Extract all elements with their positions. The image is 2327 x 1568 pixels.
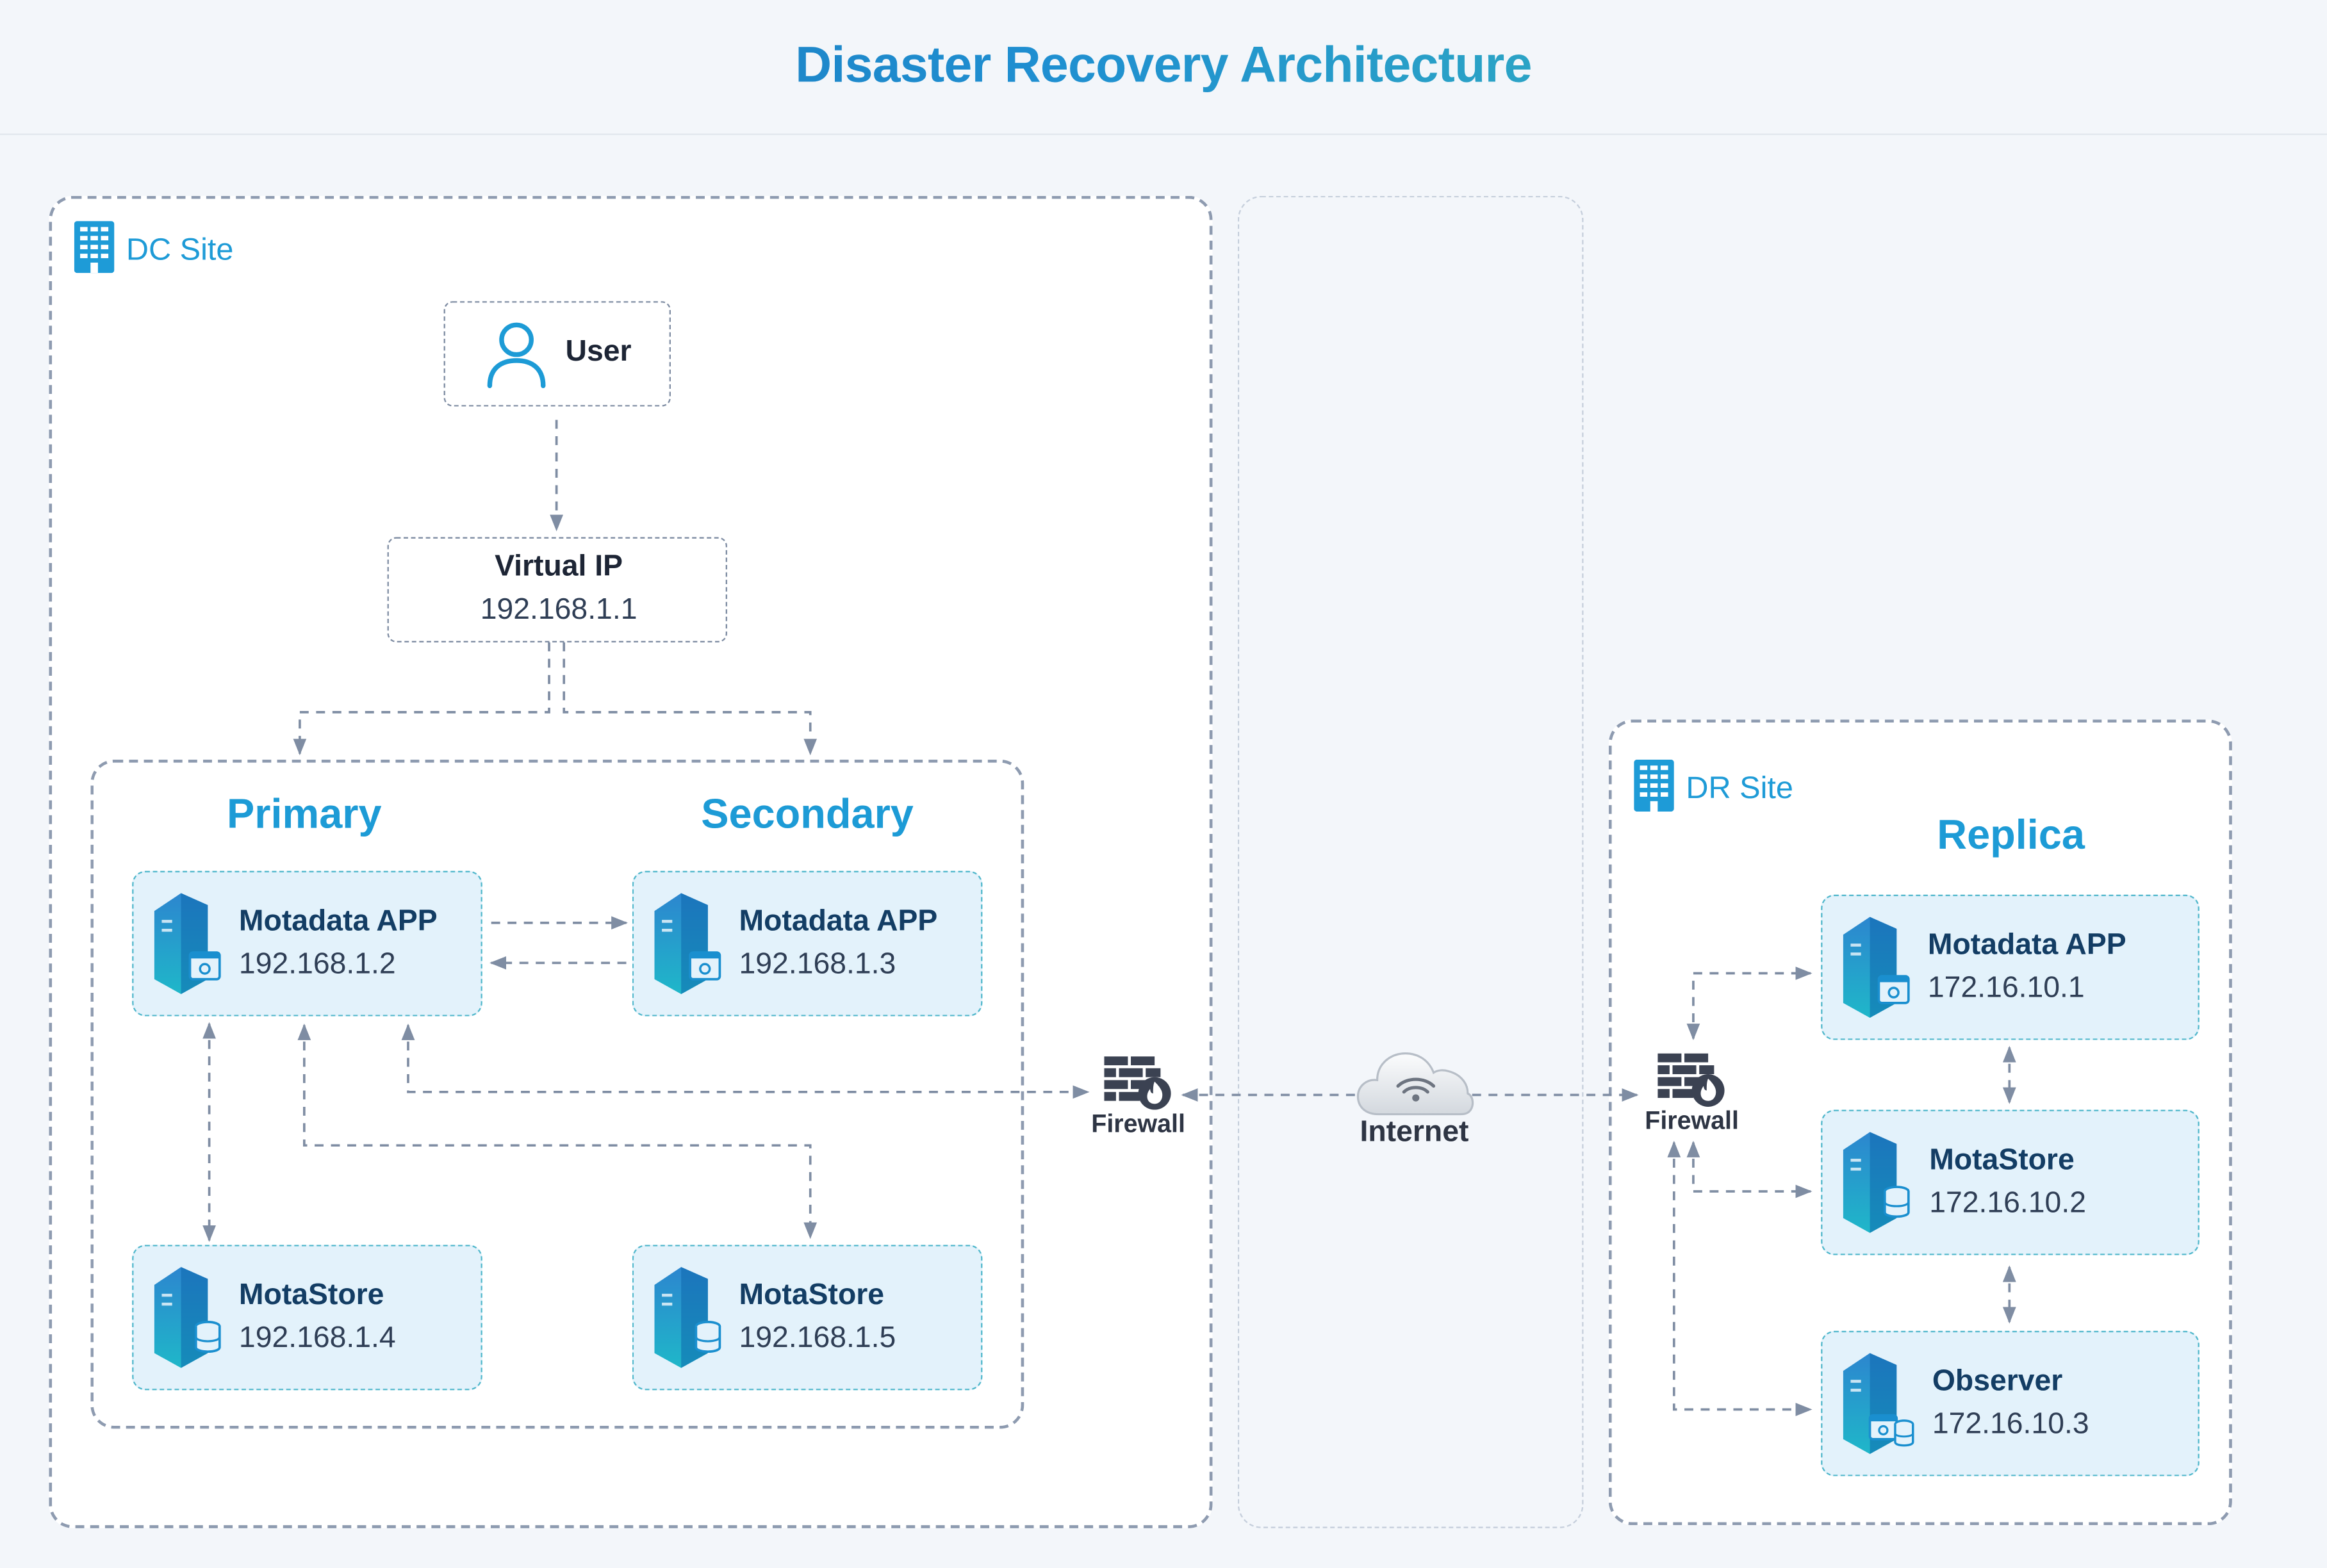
database-server-icon [151, 1264, 222, 1376]
secondary-store-name: MotaStore [739, 1278, 885, 1312]
dr-store-ip: 172.16.10.2 [1929, 1187, 2086, 1220]
dr-app-name: Motadata APP [1927, 929, 2126, 961]
primary-heading: Primary [227, 790, 382, 837]
app-server-icon [1840, 914, 1911, 1025]
diagram-stage: Disaster Recovery Architecture DC Site D… [0, 0, 2327, 1568]
dr-observer-ip: 172.16.10.3 [1932, 1408, 2089, 1441]
dr-app-card: Motadata APP 172.16.10.1 [1821, 894, 2200, 1040]
secondary-app-ip: 192.168.1.3 [739, 948, 896, 981]
user-box: User [443, 301, 671, 407]
secondary-heading: Secondary [701, 790, 914, 837]
virtual-ip-label: Virtual IP [495, 550, 623, 584]
dr-store-card: MotaStore 172.16.10.2 [1821, 1109, 2200, 1255]
virtual-ip-box: Virtual IP 192.168.1.1 [387, 537, 728, 642]
primary-app-name: Motadata APP [238, 904, 438, 938]
dr-observer-card: Observer 172.16.10.3 [1821, 1330, 2200, 1476]
dr-app-ip: 172.16.10.1 [1927, 972, 2085, 1005]
user-icon [487, 320, 547, 396]
firewall-icon [1104, 1056, 1172, 1117]
replica-heading: Replica [1937, 812, 2085, 858]
dr-observer-name: Observer [1932, 1365, 2063, 1398]
cloud-icon [1355, 1046, 1477, 1125]
app-server-icon [652, 890, 723, 1002]
secondary-app-name: Motadata APP [739, 904, 938, 938]
secondary-app-card: Motadata APP 192.168.1.3 [632, 870, 983, 1017]
database-server-icon [652, 1264, 723, 1376]
observer-server-icon [1840, 1350, 1914, 1462]
primary-app-card: Motadata APP 192.168.1.2 [132, 870, 482, 1017]
primary-store-ip: 192.168.1.4 [238, 1321, 396, 1355]
secondary-store-ip: 192.168.1.5 [739, 1321, 896, 1355]
firewall-icon [1657, 1053, 1726, 1115]
primary-store-card: MotaStore 192.168.1.4 [132, 1245, 482, 1391]
primary-app-ip: 192.168.1.2 [238, 948, 396, 981]
secondary-store-card: MotaStore 192.168.1.5 [632, 1245, 983, 1391]
dc-firewall-label: Firewall [1091, 1109, 1185, 1138]
dr-store-name: MotaStore [1929, 1143, 2075, 1177]
user-label: User [565, 335, 632, 368]
internet-label: Internet [1360, 1115, 1469, 1148]
primary-store-name: MotaStore [238, 1278, 384, 1312]
database-server-icon [1840, 1129, 1911, 1241]
dr-firewall-label: Firewall [1645, 1106, 1739, 1135]
app-server-icon [151, 890, 222, 1002]
virtual-ip-address: 192.168.1.1 [480, 593, 637, 626]
